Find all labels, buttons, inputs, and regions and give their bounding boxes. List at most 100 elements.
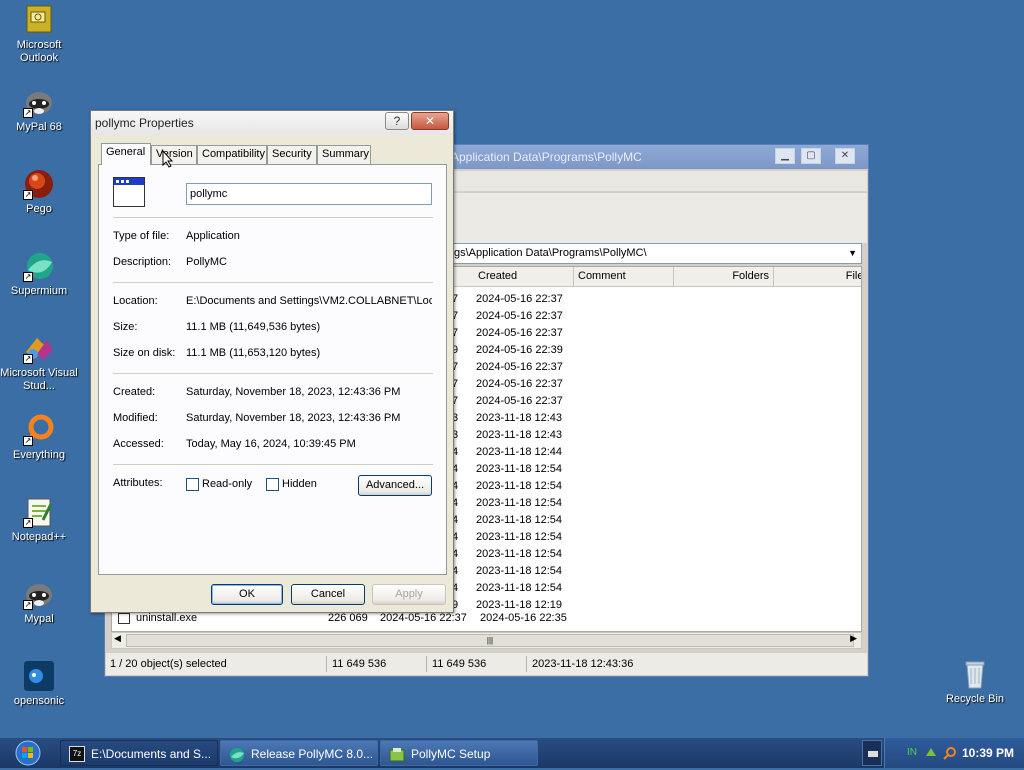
column-files[interactable]: Files bbox=[774, 267, 861, 287]
application-icon bbox=[113, 177, 145, 207]
close-button[interactable]: ✕ bbox=[835, 148, 855, 164]
accessed-label: Accessed: bbox=[113, 438, 164, 450]
size-on-disk-value: 11.1 MB (11,653,120 bytes) bbox=[186, 347, 321, 359]
file-created: 2024-05-16 22:37 bbox=[476, 310, 563, 322]
modified-label: Modified: bbox=[113, 412, 158, 424]
taskbar-button-label: Release PollyMC 8.0... bbox=[251, 747, 374, 761]
ok-button[interactable]: OK bbox=[211, 584, 283, 605]
desktop-icon-notepadpp[interactable]: ↗ Notepad++ bbox=[0, 496, 78, 544]
taskbar-button-file-manager[interactable]: 7z E:\Documents and S... bbox=[60, 740, 218, 766]
file-created: 2023-11-18 12:54 bbox=[476, 497, 563, 509]
hidden-checkbox[interactable] bbox=[266, 478, 279, 491]
tab-summary[interactable]: Summary bbox=[317, 145, 371, 164]
status-divider bbox=[526, 656, 527, 672]
maximize-button[interactable]: ▢ bbox=[801, 148, 821, 164]
file-icon bbox=[118, 613, 130, 624]
desktop-icon-label: Everything bbox=[13, 449, 65, 461]
horizontal-scrollbar[interactable]: ◀ ||| ▶ bbox=[111, 632, 862, 649]
column-created[interactable]: Created bbox=[474, 267, 574, 287]
setup-icon bbox=[389, 746, 405, 762]
desktop-icon-label: opensonic bbox=[13, 695, 65, 707]
column-comment[interactable]: Comment bbox=[574, 267, 674, 287]
mypal-icon: ↗ bbox=[23, 86, 55, 118]
cancel-button[interactable]: Cancel bbox=[291, 584, 365, 605]
size-on-disk-label: Size on disk: bbox=[113, 347, 176, 359]
show-desktop-button[interactable] bbox=[862, 740, 882, 766]
shortcut-arrow-icon: ↗ bbox=[23, 600, 33, 610]
desktop-icon-visual-studio[interactable]: ↗ Microsoft Visual Stud... bbox=[0, 332, 78, 393]
file-created: 2023-11-18 12:54 bbox=[476, 480, 563, 492]
scroll-left-icon[interactable]: ◀ bbox=[114, 633, 121, 644]
taskbar-button-setup[interactable]: PollyMC Setup bbox=[380, 740, 538, 766]
scroll-grip: ||| bbox=[486, 636, 494, 645]
desktop-icon-label: Microsoft Visual Stud... bbox=[0, 367, 78, 392]
desktop-icon-label: Notepad++ bbox=[11, 531, 67, 543]
file-created: 2023-11-18 12:54 bbox=[476, 514, 563, 526]
status-size: 11 649 536 bbox=[332, 658, 387, 670]
tab-general[interactable]: General bbox=[101, 143, 151, 165]
file-name-input[interactable]: pollymc bbox=[186, 183, 432, 205]
7zip-icon: 7z bbox=[69, 746, 85, 762]
outlook-icon bbox=[23, 4, 55, 36]
shortcut-arrow-icon: ↗ bbox=[23, 190, 33, 200]
desktop-icon-label: Microsoft Outlook bbox=[16, 39, 62, 64]
status-packed: 11 649 536 bbox=[432, 658, 487, 670]
desktop-icon-label: Pego bbox=[26, 203, 52, 215]
apply-button[interactable]: Apply bbox=[372, 584, 446, 605]
tab-version[interactable]: Version bbox=[151, 145, 197, 164]
visual-studio-icon: ↗ bbox=[23, 332, 55, 364]
desktop-icon-recycle-bin[interactable]: Recycle Bin bbox=[936, 658, 1014, 706]
search-icon[interactable] bbox=[943, 746, 957, 760]
shortcut-arrow-icon: ↗ bbox=[23, 518, 33, 528]
minimize-button[interactable]: ▁ bbox=[775, 148, 795, 164]
close-button[interactable]: ✕ bbox=[411, 112, 449, 130]
divider bbox=[113, 217, 433, 218]
scrollbar-thumb[interactable]: ||| bbox=[126, 634, 854, 647]
file-manager-title: Application Data\Programs\PollyMC bbox=[451, 150, 642, 164]
file-created: 2023-11-18 12:54 bbox=[476, 582, 563, 594]
divider bbox=[113, 464, 433, 465]
shortcut-arrow-icon: ↗ bbox=[23, 272, 33, 282]
hidden-label[interactable]: Hidden bbox=[282, 478, 317, 490]
desktop-icon-pego[interactable]: ↗ Pego bbox=[0, 168, 78, 216]
file-created: 2023-11-18 12:54 bbox=[476, 531, 563, 543]
accessed-value: Today, May 16, 2024, 10:39:45 PM bbox=[186, 438, 356, 450]
shortcut-arrow-icon: ↗ bbox=[23, 354, 33, 364]
scroll-right-icon[interactable]: ▶ bbox=[850, 633, 857, 644]
desktop-icon-label: Supermium bbox=[10, 285, 68, 297]
system-tray: IN 10:39 PM bbox=[884, 738, 1024, 768]
shortcut-arrow-icon: ↗ bbox=[23, 436, 33, 446]
description-value: PollyMC bbox=[186, 256, 227, 268]
description-label: Description: bbox=[113, 256, 172, 268]
file-created: 2024-05-16 22:37 bbox=[476, 327, 563, 339]
clock[interactable]: 10:39 PM bbox=[962, 738, 1014, 768]
notepadpp-icon: ↗ bbox=[23, 496, 55, 528]
properties-dialog[interactable]: pollymc Properties ? ✕ General Version C… bbox=[90, 110, 454, 613]
language-indicator[interactable]: IN bbox=[907, 738, 917, 768]
file-created: 2023-11-18 12:54 bbox=[476, 463, 563, 475]
desktop-icon-outlook[interactable]: Microsoft Outlook bbox=[0, 4, 78, 65]
network-icon[interactable] bbox=[925, 746, 937, 758]
start-button[interactable] bbox=[4, 739, 48, 767]
desktop-icon-mypal[interactable]: ↗ Mypal bbox=[0, 578, 78, 626]
mypal-icon: ↗ bbox=[23, 578, 55, 610]
status-date: 2023-11-18 12:43:36 bbox=[532, 658, 634, 670]
advanced-button[interactable]: Advanced... bbox=[358, 475, 432, 496]
location-label: Location: bbox=[113, 295, 158, 307]
read-only-checkbox[interactable] bbox=[186, 478, 199, 491]
dropdown-arrow-icon[interactable]: ▼ bbox=[848, 244, 857, 263]
shortcut-arrow-icon: ↗ bbox=[23, 108, 33, 118]
read-only-label[interactable]: Read-only bbox=[202, 478, 252, 490]
desktop-icon-supermium[interactable]: ↗ Supermium bbox=[0, 250, 78, 298]
column-folders[interactable]: Folders bbox=[674, 267, 774, 287]
desktop-icon-everything[interactable]: ↗ Everything bbox=[0, 414, 78, 462]
desktop-icon-opensonic[interactable]: opensonic bbox=[0, 660, 78, 708]
taskbar-button-browser[interactable]: Release PollyMC 8.0... bbox=[220, 740, 378, 766]
desktop-icon-mypal68[interactable]: ↗ MyPal 68 bbox=[0, 86, 78, 134]
tab-compatibility[interactable]: Compatibility bbox=[197, 145, 267, 164]
type-value: Application bbox=[186, 230, 240, 242]
file-created: 2023-11-18 12:44 bbox=[476, 446, 563, 458]
tab-security[interactable]: Security bbox=[267, 145, 317, 164]
opensonic-icon bbox=[23, 660, 55, 692]
help-button[interactable]: ? bbox=[385, 112, 409, 130]
